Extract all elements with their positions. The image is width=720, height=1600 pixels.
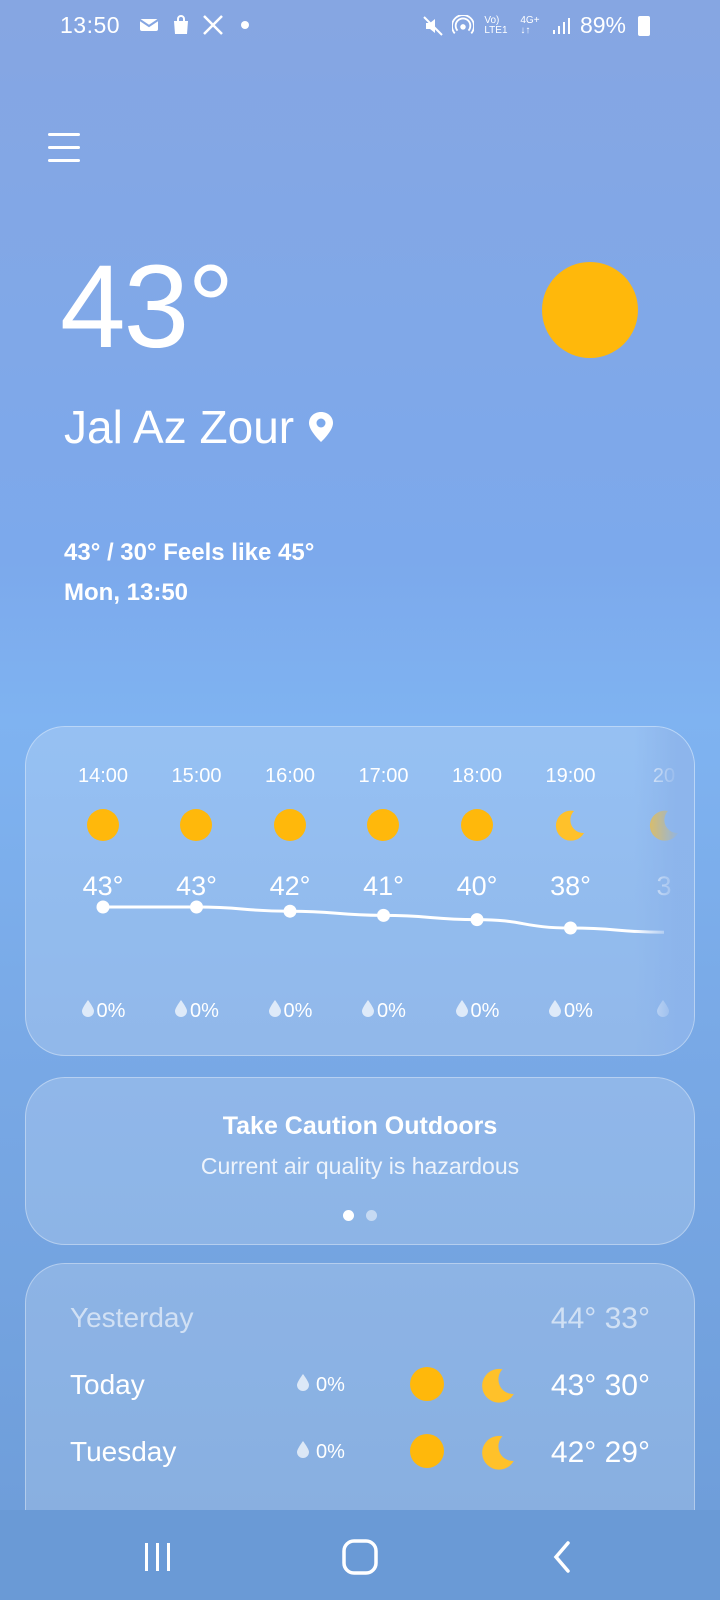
day-name: Today — [70, 1369, 145, 1400]
hour-time: 15:00 — [171, 765, 222, 787]
hour-temperature: 43° — [176, 871, 217, 901]
recent-apps-button[interactable] — [128, 1532, 188, 1582]
status-bar: 13:50 Vo) LTE1 4G+ ↓↑ 89% — [0, 0, 720, 52]
4g-icon: 4G+ ↓↑ — [520, 14, 540, 36]
signal-icon — [550, 15, 572, 37]
home-button[interactable] — [330, 1532, 390, 1582]
navigation-bar — [0, 1510, 720, 1600]
home-icon — [342, 1539, 378, 1575]
hamburger-line — [48, 133, 80, 136]
menu-button[interactable] — [48, 133, 80, 163]
hourly-point — [190, 900, 203, 914]
shopping-bag-icon — [170, 14, 192, 36]
daily-row[interactable]: Today 0% 43° 30° — [70, 1353, 650, 1413]
daily-row[interactable]: Tuesday 0% 42° 29° — [70, 1420, 650, 1480]
alert-subtitle: Current air quality is hazardous — [200, 1153, 520, 1179]
alert-title: Take Caution Outdoors — [222, 1112, 498, 1140]
mute-icon — [422, 15, 444, 37]
day-high-low: 43° 30° — [550, 1369, 650, 1402]
hour-temperature: 42° — [269, 871, 311, 901]
hour-precipitation: 0% — [336, 999, 431, 1023]
hour-precipitation: 0% — [243, 999, 338, 1023]
raindrop-icon — [296, 1373, 310, 1397]
sun-icon — [367, 809, 399, 841]
hour-time: 16:00 — [264, 765, 316, 787]
hourly-point — [564, 921, 577, 935]
hourly-point — [377, 908, 390, 922]
recent-apps-icon — [145, 1543, 170, 1571]
raindrop-icon — [81, 999, 95, 1023]
hour-time: 17:00 — [358, 765, 409, 787]
page-dot — [366, 1210, 377, 1221]
hamburger-line — [48, 146, 80, 149]
day-high-low: 42° 29° — [550, 1436, 650, 1469]
current-datetime: Mon, 13:50 — [64, 579, 189, 606]
hour-precipitation: 0% — [430, 999, 525, 1023]
hour-time: 14:00 — [77, 765, 129, 787]
raindrop-icon — [174, 999, 188, 1023]
raindrop-icon — [455, 999, 469, 1023]
day-name: Tuesday — [70, 1436, 177, 1467]
location-pin-icon — [308, 400, 334, 454]
hourly-point — [96, 900, 110, 914]
day-precipitation: 0% — [296, 1373, 345, 1397]
x-app-icon — [202, 14, 224, 36]
volte-icon: Vo) LTE1 — [484, 14, 508, 36]
hour-precipitation: 0% — [149, 999, 244, 1023]
moon-icon — [554, 809, 586, 841]
sun-icon — [86, 809, 119, 841]
sun-icon — [542, 262, 638, 358]
battery-icon — [638, 15, 650, 36]
raindrop-icon — [296, 1440, 310, 1464]
scroll-fade — [634, 727, 694, 1055]
back-icon — [553, 1541, 570, 1573]
hour-precipitation: 0% — [56, 999, 151, 1023]
sun-icon — [273, 809, 306, 841]
current-temperature: 43° — [60, 241, 234, 373]
sun-icon — [180, 809, 212, 841]
hour-precipitation: 0% — [523, 999, 618, 1023]
status-time: 13:50 — [60, 12, 121, 38]
hotspot-icon — [451, 14, 474, 37]
page-dot-active — [343, 1210, 354, 1221]
hour-temperature: 41° — [363, 871, 404, 901]
location[interactable]: Jal Az Zour — [64, 400, 334, 454]
daily-row[interactable]: Yesterday 44° 33° — [70, 1286, 650, 1346]
raindrop-icon — [361, 999, 375, 1023]
sun-icon — [410, 1367, 444, 1401]
hour-temperature: 38° — [550, 871, 591, 901]
location-name: Jal Az Zour — [64, 401, 295, 453]
day-precipitation: 0% — [296, 1440, 345, 1464]
day-name: Yesterday — [70, 1302, 194, 1333]
hour-temperature: 40° — [456, 871, 498, 901]
sun-icon — [410, 1434, 444, 1468]
air-quality-alert-card[interactable]: Take Caution Outdoors Current air qualit… — [25, 1077, 695, 1245]
raindrop-icon — [268, 999, 282, 1023]
raindrop-icon — [548, 999, 562, 1023]
page-indicator — [26, 1210, 694, 1221]
hourly-point — [470, 913, 484, 927]
mail-icon — [138, 14, 160, 36]
hamburger-line — [48, 159, 80, 162]
moon-icon — [480, 1367, 516, 1410]
hourly-forecast-card[interactable]: 14:00 43° 0% 15:00 43° 0% 16:00 42° 0% 17:00 41° 0%… — [25, 726, 695, 1056]
sun-icon — [460, 809, 493, 841]
hour-temperature: 43° — [82, 871, 124, 901]
day-high-low: 44° 33° — [550, 1302, 650, 1335]
hour-time: 19:00 — [545, 765, 596, 787]
hour-time: 18:00 — [451, 765, 503, 787]
back-button[interactable] — [532, 1532, 592, 1582]
current-details: 43° / 30° Feels like 45° Mon, 13:50 — [64, 533, 314, 613]
high-low-feels: 43° / 30° Feels like 45° — [64, 539, 315, 566]
moon-icon — [480, 1434, 516, 1477]
hourly-point — [283, 904, 297, 918]
dot-icon — [234, 14, 256, 36]
battery-percent: 89% — [579, 12, 626, 38]
